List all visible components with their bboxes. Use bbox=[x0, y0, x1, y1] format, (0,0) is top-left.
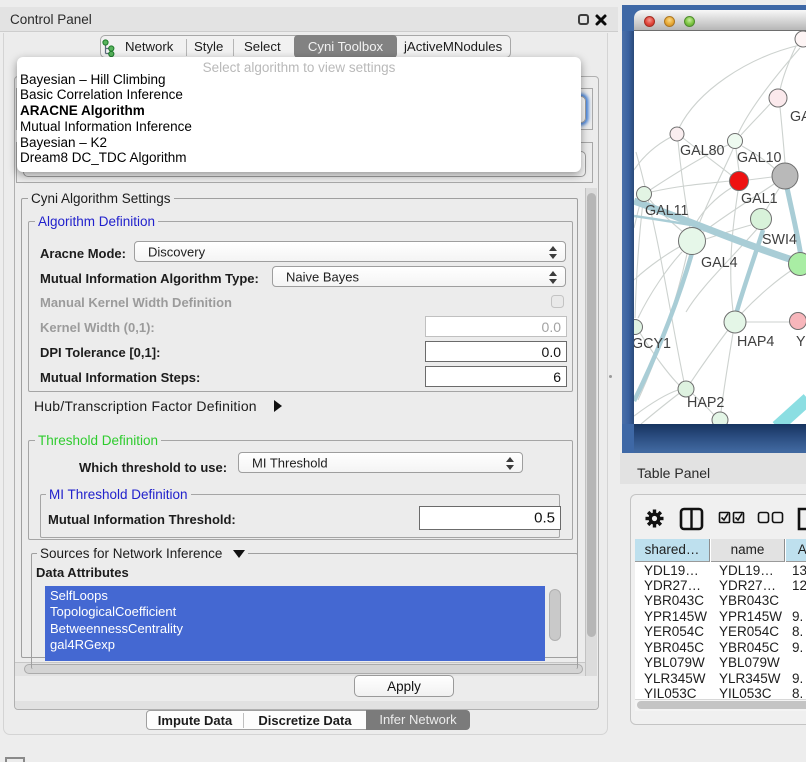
svg-text:GAL1: GAL1 bbox=[741, 191, 778, 207]
svg-text:Y: Y bbox=[796, 334, 806, 350]
svg-text:GAL11: GAL11 bbox=[645, 203, 688, 219]
svg-text:GCY1: GCY1 bbox=[634, 336, 671, 352]
svg-text:HAP2: HAP2 bbox=[687, 395, 724, 411]
svg-text:GAL80: GAL80 bbox=[680, 143, 725, 159]
svg-text:GAL10: GAL10 bbox=[737, 150, 782, 166]
svg-text:GAL4: GAL4 bbox=[701, 255, 738, 271]
svg-text:HAP4: HAP4 bbox=[737, 334, 774, 350]
svg-text:SWI4: SWI4 bbox=[762, 232, 797, 248]
svg-text:GAL7: GAL7 bbox=[790, 109, 806, 125]
